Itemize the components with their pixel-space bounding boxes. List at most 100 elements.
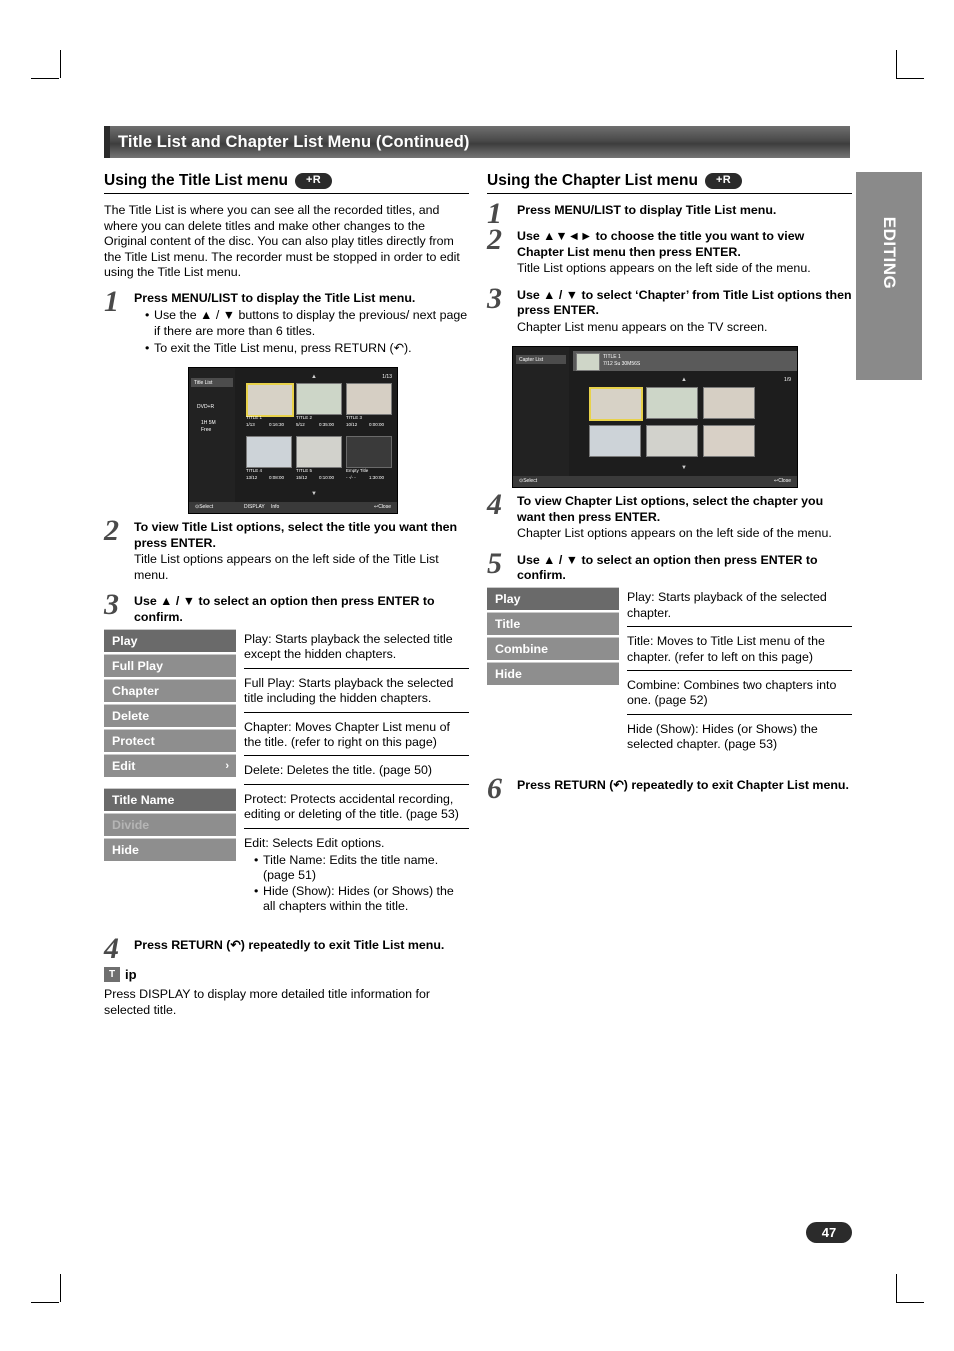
screen-bottom-bar <box>189 502 397 514</box>
step-sub: Title List options appears on the left s… <box>134 551 439 582</box>
edit-subitem: Title Name: Edits the title name. (page … <box>254 853 469 884</box>
free-space-sub: Free <box>201 427 212 434</box>
tip-label: ip <box>125 967 137 983</box>
right-step-6: 6 Press RETURN (↶) repeatedly to exit Ch… <box>487 773 852 803</box>
left-step-2: 2 To view Title List options, select the… <box>104 516 469 583</box>
option-chapter[interactable]: Chapter <box>104 678 236 702</box>
desc-full-play: Full Play: Starts playback the selected … <box>244 673 469 713</box>
desc-protect: Protect: Protects accidental recording, … <box>244 789 469 829</box>
title-thumbnail-empty[interactable] <box>346 436 392 469</box>
chapter-thumbnail[interactable] <box>703 425 755 458</box>
option-play[interactable]: Play <box>104 628 236 652</box>
title-time: 1:30:00 <box>369 475 385 481</box>
edit-subitem: Hide (Show): Hides (or Shows) the all ch… <box>254 884 469 915</box>
step-heading: To view Title List options, select the t… <box>134 520 458 550</box>
crop-mark <box>896 1302 924 1303</box>
desc-chapter: Chapter: Moves Chapter List menu of the … <box>244 717 469 757</box>
tip-block: T ip Press DISPLAY to display more detai… <box>104 967 469 1018</box>
disc-type-label: DVD+R <box>197 404 215 411</box>
option-title-name[interactable]: Title Name <box>104 787 236 811</box>
crop-mark <box>60 1274 61 1302</box>
screen-left-pane <box>189 368 235 514</box>
tip-text: Press DISPLAY to display more detailed t… <box>104 987 430 1018</box>
title-time: 0:08:00 <box>269 475 285 481</box>
option-hide[interactable]: Hide <box>104 837 236 861</box>
chapter-thumbnail[interactable] <box>646 387 698 420</box>
chapter-thumbnail[interactable] <box>703 387 755 420</box>
page-indicator: 1/9 <box>784 377 791 384</box>
right-step-2: 2 Use ▲▼◄► to choose the title you want … <box>487 225 852 276</box>
step-heading: To view Chapter List options, select the… <box>517 494 824 524</box>
right-step-1: 1 Press MENU/LIST to display Title List … <box>487 199 852 229</box>
right-section-heading: Using the Chapter List menu +R <box>487 172 852 190</box>
left-column: Using the Title List menu +R The Title L… <box>104 172 469 1018</box>
title-options-descriptions: Play: Starts playback the selected title… <box>244 629 469 924</box>
right-column: Using the Chapter List menu +R 1 Press M… <box>487 172 852 804</box>
option-edit[interactable]: Edit › <box>104 753 236 777</box>
plus-r-badge: +R <box>295 173 332 189</box>
panel-title: Capter List <box>519 357 544 364</box>
title-name: TITLE 5 <box>296 468 313 474</box>
chapter-options-descriptions: Play: Starts playback of the selected ch… <box>627 587 852 761</box>
option-play[interactable]: Play <box>487 587 619 611</box>
option-divide[interactable]: Divide <box>104 812 236 836</box>
title-date: 1/13 <box>246 422 255 428</box>
right-step-4: 4 To view Chapter List options, select t… <box>487 490 852 541</box>
title-date: - -/- - <box>346 475 356 481</box>
plus-r-badge: +R <box>705 173 742 189</box>
desc-combine: Combine: Combines two chapters into one.… <box>627 675 852 715</box>
left-section-heading: Using the Title List menu +R <box>104 172 469 190</box>
desc-play: Play: Starts playback the selected title… <box>244 629 469 669</box>
header-subtitle: 7/12 Su 30M56S <box>603 361 641 368</box>
chapter-options-menu: Play Title Combine Hide <box>487 587 619 761</box>
page-indicator: 1/13 <box>382 374 392 381</box>
step-sub: Title List options appears on the left s… <box>517 261 811 276</box>
header-accent-bar <box>104 126 110 158</box>
crop-mark <box>60 50 61 78</box>
screen-bottom-bar <box>513 476 797 488</box>
chapter-thumbnail[interactable] <box>589 387 643 422</box>
option-protect[interactable]: Protect <box>104 728 236 752</box>
right-section-title: Using the Chapter List menu <box>487 172 698 189</box>
step-heading: Use ▲ / ▼ to select an option then press… <box>517 552 818 583</box>
chapter-list-options: Play Title Combine Hide Play: Starts pla… <box>487 587 852 761</box>
option-edit-label: Edit <box>112 758 136 773</box>
right-step-5: 5 Use ▲ / ▼ to select an option then pre… <box>487 548 852 584</box>
option-combine[interactable]: Combine <box>487 637 619 661</box>
desc-delete: Delete: Deletes the title. (page 50) <box>244 760 469 785</box>
left-heading-rule <box>104 193 469 194</box>
chapter-thumbnail[interactable] <box>589 425 641 458</box>
step-number: 4 <box>487 488 502 522</box>
title-name: TITLE 2 <box>296 415 313 421</box>
step-number: 2 <box>487 223 502 257</box>
title-options-menu: Play Full Play Chapter Delete Protect Ed… <box>104 628 236 924</box>
step-heading: Use ▲▼◄► to choose the title you want to… <box>517 229 805 259</box>
title-time: 0:00:00 <box>369 422 385 428</box>
option-hide[interactable]: Hide <box>487 662 619 686</box>
step-heading: Press RETURN (↶) repeatedly to exit Chap… <box>517 777 849 792</box>
desc-hide: Hide (Show): Hides (or Shows) the select… <box>627 721 818 752</box>
step-number: 2 <box>104 514 119 548</box>
title-thumbnail[interactable] <box>296 436 342 469</box>
screen-left-pane <box>513 347 569 488</box>
up-arrow-icon: ▲ <box>311 374 317 381</box>
right-step-3: 3 Use ▲ / ▼ to select ‘Chapter’ from Tit… <box>487 283 852 335</box>
header-title: TITLE 1 <box>603 354 621 361</box>
option-title[interactable]: Title <box>487 612 619 636</box>
bullet: Use the ▲ / ▼ buttons to display the pre… <box>145 308 469 339</box>
desc-edit-text: Edit: Selects Edit options. <box>244 835 385 850</box>
title-thumbnail[interactable] <box>246 383 294 418</box>
title-date: 5/12 <box>296 422 305 428</box>
option-delete[interactable]: Delete <box>104 703 236 727</box>
tip-heading: T ip <box>104 967 469 983</box>
chapter-thumbnail[interactable] <box>646 425 698 458</box>
title-thumbnail[interactable] <box>246 436 292 469</box>
title-thumbnail[interactable] <box>296 383 342 416</box>
title-thumbnail[interactable] <box>346 383 392 416</box>
option-full-play[interactable]: Full Play <box>104 653 236 677</box>
step-heading: Press MENU/LIST to display the Title Lis… <box>134 290 416 305</box>
left-step-3: 3 Use ▲ / ▼ to select an option then pre… <box>104 590 469 625</box>
page-header-band: Title List and Chapter List Menu (Contin… <box>104 126 850 158</box>
step-heading: Use ▲ / ▼ to select an option then press… <box>134 594 435 624</box>
title-time: 0:35:00 <box>319 422 335 428</box>
